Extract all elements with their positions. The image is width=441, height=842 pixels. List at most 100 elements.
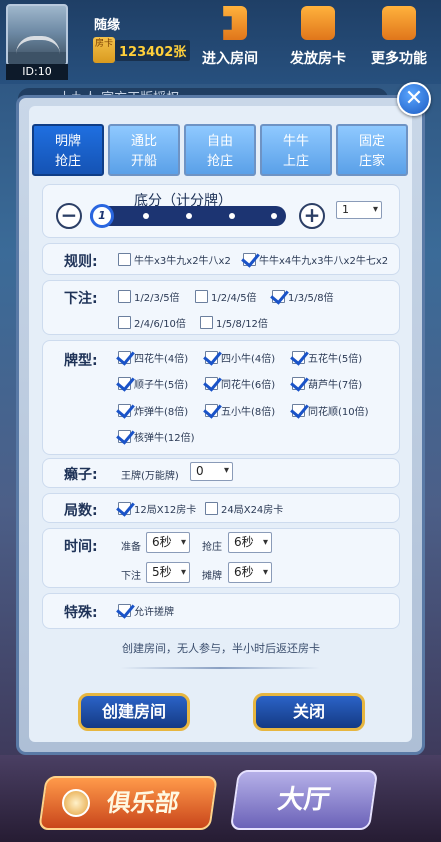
tab-label: 明牌 [54,134,81,149]
checkbox[interactable] [292,404,305,417]
more-label: 更多功能 [371,51,427,67]
checkbox[interactable] [292,377,305,390]
option-label: 同花牛(6倍) [221,380,276,391]
username: 随缘 [94,18,121,33]
joker-select[interactable]: 0 [190,462,233,481]
option-label: 24局X24房卡 [221,505,284,516]
checkbox[interactable] [118,377,131,390]
enter-door-icon [223,6,247,40]
tab-label: 开船 [130,154,157,169]
checkbox[interactable] [118,316,131,329]
option-label: 牛牛x4牛九x3牛八x2牛七x2 [259,256,389,267]
tab-label: 抢庄 [54,154,81,169]
grab-time-select[interactable]: 6秒 [228,532,272,553]
checkbox[interactable] [118,604,131,617]
joker-text: 王牌(万能牌) [121,471,179,482]
option-label: 同花顺(10倍) [308,407,369,418]
hall-button[interactable]: 大厅 [229,770,379,830]
option-label: 1/3/5/8倍 [288,293,334,304]
checkbox[interactable] [205,502,218,515]
tab-label: 自由 [206,134,233,149]
checkbox[interactable] [195,290,208,303]
slider-knob[interactable]: 1 [90,204,114,228]
option-label: 四小牛(4倍) [221,354,276,365]
enter-room-label: 进入房间 [202,51,258,67]
option-label: 1/5/8/12倍 [216,319,268,330]
option-label: 2/4/6/10倍 [134,319,186,330]
bet-time-select[interactable]: 5秒 [146,562,190,583]
rule-option[interactable]: 牛牛x3牛九x2牛八x2 [118,252,231,267]
hand-option[interactable]: 同花顺(10倍) [292,403,369,418]
avatar[interactable] [6,4,68,66]
option-label: 四花牛(4倍) [134,354,189,365]
option-label: 五小牛(8倍) [221,407,276,418]
close-button[interactable]: 关闭 [253,693,365,731]
bet-option[interactable]: 1/3/5/8倍 [272,289,334,304]
checkbox[interactable] [118,404,131,417]
checkbox[interactable] [200,316,213,329]
hand-option[interactable]: 四小牛(4倍) [205,350,275,365]
slider-dot [271,213,277,219]
hand-option[interactable]: 五花牛(5倍) [292,350,362,365]
option-label: 顺子牛(5倍) [134,380,189,391]
hand-option[interactable]: 四花牛(4倍) [118,350,188,365]
minus-button[interactable]: − [56,203,82,229]
issue-card-label: 发放房卡 [290,51,346,67]
bet-option[interactable]: 1/5/8/12倍 [200,315,268,330]
hand-option[interactable]: 顺子牛(5倍) [118,376,188,391]
hand-option[interactable]: 同花牛(6倍) [205,376,275,391]
option-label: 炸弹牛(8倍) [134,407,189,418]
rounds-option[interactable]: 24局X24房卡 [205,501,283,516]
enter-room-button[interactable]: 进入房间 [192,6,268,76]
checkbox[interactable] [292,351,305,364]
checkbox[interactable] [243,253,256,266]
option-label: 五花牛(5倍) [308,354,363,365]
tab-tongbi[interactable]: 通比 开船 [108,124,180,176]
checkbox[interactable] [118,290,131,303]
show-label: 摊牌 [202,571,222,582]
create-room-button[interactable]: 创建房间 [78,693,190,731]
tab-niuniu[interactable]: 牛牛 上庄 [260,124,332,176]
hand-option[interactable]: 炸弹牛(8倍) [118,403,188,418]
grab-label: 抢庄 [202,542,222,553]
option-label: 核弹牛(12倍) [134,433,195,444]
special-option[interactable]: 允许搓牌 [118,603,174,618]
checkbox[interactable] [205,377,218,390]
checkbox[interactable] [118,253,131,266]
bet-option[interactable]: 1/2/3/5倍 [118,289,180,304]
show-time-select[interactable]: 6秒 [228,562,272,583]
joker-label: 癞子: [64,467,98,483]
checkbox[interactable] [272,290,285,303]
bet-option[interactable]: 1/2/4/5倍 [195,289,257,304]
time-label: 时间: [64,539,98,555]
hand-option[interactable]: 五小牛(8倍) [205,403,275,418]
more-button[interactable]: 更多功能 [361,6,437,76]
gift-icon [301,6,335,40]
tab-label: 牛牛 [282,134,309,149]
checkbox[interactable] [205,404,218,417]
checkbox[interactable] [118,351,131,364]
issue-card-button[interactable]: 发放房卡 [280,6,356,76]
prepare-label: 准备 [121,542,141,553]
hand-option[interactable]: 核弹牛(12倍) [118,429,195,444]
bet-label: 下注: [64,291,98,307]
prepare-time-select[interactable]: 6秒 [146,532,190,553]
bet-option[interactable]: 2/4/6/10倍 [118,315,186,330]
tab-guding[interactable]: 固定 庄家 [336,124,408,176]
rounds-option[interactable]: 12局X12房卡 [118,501,196,516]
checkbox[interactable] [118,502,131,515]
base-score-select[interactable]: 1 [336,201,382,219]
bet-time-label: 下注 [121,571,141,582]
option-label: 牛牛x3牛九x2牛八x2 [134,256,231,267]
special-label: 特殊: [64,605,98,621]
checkbox[interactable] [205,351,218,364]
dialog-close-icon[interactable]: ✕ [397,82,431,116]
rule-option[interactable]: 牛牛x4牛九x3牛八x2牛七x2 [243,252,388,267]
tab-mingpai[interactable]: 明牌 抢庄 [32,124,104,176]
hand-option[interactable]: 葫芦牛(7倍) [292,376,362,391]
checkbox[interactable] [118,430,131,443]
tab-ziyou[interactable]: 自由 抢庄 [184,124,256,176]
room-card-count: 123402张 [115,40,191,61]
plus-button[interactable]: + [299,203,325,229]
rules-label: 规则: [64,254,98,270]
